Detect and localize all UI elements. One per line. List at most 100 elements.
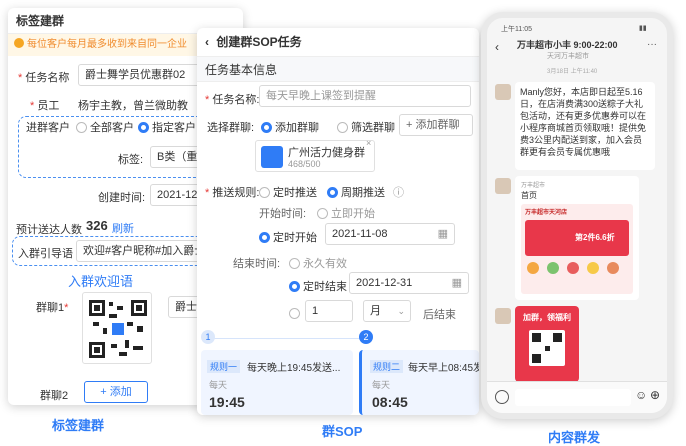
label-tag-group: 标签建群 — [52, 418, 105, 433]
radio-add-group[interactable]: 添加群聊 — [261, 119, 319, 135]
qr-header: 加群，领福利 — [523, 313, 571, 322]
message-input[interactable] — [515, 389, 631, 406]
radio-forever[interactable]: 永久有效 — [289, 255, 347, 271]
radio-start-now[interactable]: 立即开始 — [317, 205, 375, 221]
estimate-label: 预计送达人数 — [16, 224, 82, 236]
phone-mockup: 上午11:05 ▮▮ ‹ 万丰超市小丰 9:00-22:00 天河万丰超市 ··… — [481, 12, 673, 419]
mini-program-card[interactable]: 万丰超市 首页 万丰超市天河店 第2件6.6折 — [515, 176, 639, 300]
calendar-icon: ▦ — [437, 228, 448, 240]
created-label: 创建时间: — [98, 192, 146, 204]
radio-icon — [337, 122, 348, 133]
refresh-link[interactable]: 刷新 — [112, 220, 134, 236]
label-content-broadcast: 内容群发 — [548, 430, 601, 445]
radio-filter-group[interactable]: 筛选群聊 — [337, 119, 395, 135]
rule1-card[interactable]: 规则一 每天晚上19:45发送... 每天 19:45 — [201, 350, 353, 415]
back-chevron-icon[interactable]: ‹ — [205, 28, 213, 56]
mini-title: 首页 — [521, 191, 537, 200]
mini-preview: 万丰超市天河店 第2件6.6折 — [521, 204, 633, 294]
task-name-label: * 任务名称 — [18, 72, 70, 84]
selected-group-chip: 广州活力健身群 468/500 × — [255, 138, 375, 172]
sop-task-panel: ‹ 创建群SOP任务 任务基本信息 * 任务名称: 每天早晚上课签到提醒 选择群… — [197, 28, 479, 415]
sop-task-name-input[interactable]: 每天早晚上课签到提醒 — [259, 85, 471, 107]
radio-end-after[interactable] — [289, 308, 303, 320]
radio-checked-icon — [259, 232, 270, 243]
radio-icon — [289, 258, 300, 269]
warning-icon — [14, 38, 24, 48]
end-time-label: 结束时间: — [233, 258, 281, 270]
guide-label: 入群引导语 — [18, 248, 73, 260]
message-bubble: Manly您好，本店即日起至5.16日，在店消费满300送粽子大礼包活动，还有更… — [515, 82, 655, 170]
emoji-icon[interactable]: ☺ — [635, 388, 647, 402]
steps-divider — [209, 338, 359, 339]
step2-indicator[interactable]: 2 — [359, 330, 373, 344]
group-qr-poster[interactable]: 加群，领福利 — [515, 306, 579, 382]
rule2-card[interactable]: 规则二 每天早上08:45发 每天 08:45 — [359, 350, 479, 415]
add-group-chat-button[interactable]: + 添加群聊 — [399, 114, 473, 136]
month-unit-select[interactable]: 月 ⌄ — [363, 300, 411, 322]
radio-end-scheduled[interactable]: 定时结束 — [289, 278, 347, 294]
group-avatar-icon — [261, 146, 283, 168]
rule2-freq: 每天 — [372, 380, 391, 390]
radio-checked-icon — [289, 281, 300, 292]
group1-label: 群聊1* — [36, 302, 69, 314]
promo-text: 第2件6.6折 — [575, 233, 615, 242]
rule2-time: 08:45 — [372, 394, 408, 410]
rule1-text: 每天晚上19:45发送... — [247, 363, 341, 374]
chat-subtitle: 天河万丰超市 — [547, 53, 589, 60]
rule1-time: 19:45 — [209, 394, 245, 410]
group-name: 广州活力健身群 — [288, 147, 365, 159]
promo-banner: 第2件6.6折 — [525, 220, 629, 256]
customer-label: 进群客户 — [26, 122, 70, 134]
remove-chip-icon[interactable]: × — [366, 138, 371, 148]
chevron-down-icon: ⌄ — [397, 306, 405, 316]
warning-text: 每位客户每月最多收到来自同一企业 — [27, 39, 187, 50]
group2-label: 群聊2 — [40, 390, 69, 402]
month-count-input[interactable]: 1 — [305, 300, 353, 322]
sop-title-bar: ‹ 创建群SOP任务 — [197, 28, 479, 56]
radio-icon — [76, 122, 87, 133]
start-time-label: 开始时间: — [259, 208, 307, 220]
radio-icon — [317, 208, 328, 219]
radio-start-scheduled[interactable]: 定时开始 — [259, 229, 317, 245]
status-time: 上午11:05 — [501, 26, 532, 33]
tag-label: 标签: — [118, 154, 144, 166]
group1-qr-card — [82, 292, 152, 364]
mini-store: 万丰超市天河店 — [525, 210, 568, 216]
back-chevron-icon[interactable]: ‹ — [495, 40, 499, 54]
month-suffix: 后结束 — [423, 309, 456, 321]
plus-icon[interactable]: ⊕ — [650, 388, 660, 402]
radio-all-customers[interactable]: 全部客户 — [76, 119, 134, 135]
rule1-tag: 规则一 — [207, 360, 241, 373]
section-basic-info: 任务基本信息 — [197, 56, 479, 82]
radio-checked-icon — [138, 122, 149, 133]
radio-icon — [289, 308, 300, 319]
group-count: 468/500 — [288, 159, 321, 169]
radio-specified-customers[interactable]: 指定客户 — [138, 119, 196, 135]
voice-icon[interactable] — [495, 390, 509, 404]
chat-timestamp: 3月18日 上午11:40 — [547, 69, 598, 75]
sop-task-name-label: * 任务名称: — [205, 94, 260, 106]
rule2-text: 每天早上08:45发 — [408, 363, 479, 374]
avatar — [495, 178, 511, 194]
staff-value[interactable]: 杨宇主教，曾兰微助教 — [78, 97, 188, 113]
label-group-sop: 群SOP — [322, 424, 363, 439]
estimate-value: 326 — [86, 218, 108, 233]
qr-code-icon — [529, 330, 565, 366]
qr-code-icon — [89, 300, 147, 358]
add-group-button[interactable]: + 添加 — [84, 381, 148, 403]
battery-icon: ▮▮ — [639, 25, 647, 32]
help-icon[interactable]: ⓘ — [393, 184, 404, 200]
radio-scheduled-push[interactable]: 定时推送 — [259, 184, 317, 200]
select-group-label: 选择群聊: — [207, 122, 255, 134]
calendar-icon: ▦ — [451, 277, 462, 289]
end-date-input[interactable]: 2021-12-31 ▦ — [349, 272, 469, 294]
avatar — [495, 84, 511, 100]
radio-periodic-push[interactable]: 周期推送 — [327, 184, 385, 200]
radio-checked-icon — [327, 187, 338, 198]
welcome-annotation: 入群欢迎语 — [68, 274, 134, 289]
sop-title: 创建群SOP任务 — [216, 35, 302, 49]
more-icon[interactable]: ··· — [647, 39, 657, 50]
start-date-input[interactable]: 2021-11-08 ▦ — [325, 223, 455, 245]
step1-indicator[interactable]: 1 — [201, 330, 215, 344]
rule1-freq: 每天 — [209, 380, 228, 390]
